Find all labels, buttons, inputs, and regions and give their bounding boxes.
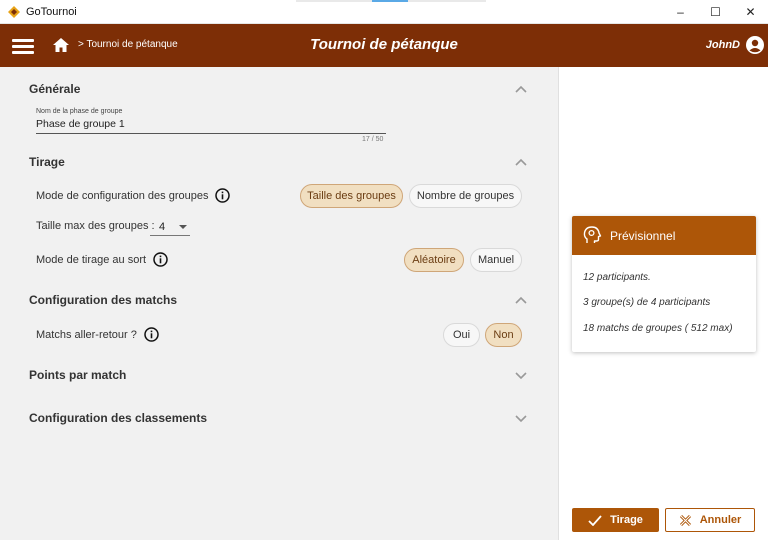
home-away-label: Matchs aller-retour ? (36, 328, 137, 341)
forecast-panel: Prévisionnel 12 participants. 3 groupe(s… (558, 67, 768, 540)
user-account-icon[interactable] (746, 36, 764, 54)
group-name-underline (36, 133, 386, 134)
chevron-up-icon[interactable] (514, 84, 528, 94)
chevron-up-icon[interactable] (514, 157, 528, 167)
chip-group-size[interactable]: Taille des groupes (300, 184, 403, 208)
app-logo-icon (8, 5, 20, 18)
group-name-input[interactable]: Phase de groupe 1 (36, 118, 125, 130)
page-title: Tournoi de pétanque (310, 36, 458, 53)
info-icon[interactable] (215, 188, 231, 203)
chip-manual[interactable]: Manuel (470, 248, 522, 272)
draw-button-label: Tirage (610, 514, 643, 526)
section-ranking-title[interactable]: Configuration des classements (29, 411, 207, 425)
main-panel: Générale Nom de la phase de groupe Phase… (0, 67, 558, 540)
cancel-button[interactable]: Annuler (665, 508, 755, 532)
minimize-button[interactable]: – (663, 0, 698, 24)
home-away-row: Matchs aller-retour ? (36, 327, 159, 342)
chip-no[interactable]: Non (485, 323, 522, 347)
forecast-card: Prévisionnel 12 participants. 3 groupe(s… (572, 216, 756, 352)
group-max-size-select[interactable]: 4 (150, 218, 190, 236)
head-brain-icon (583, 226, 602, 243)
group-name-counter: 17 / 50 (362, 136, 384, 143)
app-title: GoTournoi (26, 5, 77, 18)
chevron-up-icon[interactable] (514, 295, 528, 305)
group-max-size-value: 4 (159, 221, 166, 233)
cancel-x-icon (679, 514, 691, 526)
chevron-down-icon[interactable] (514, 370, 528, 380)
dropdown-arrow-icon (179, 225, 187, 229)
forecast-card-header: Prévisionnel (572, 216, 756, 255)
forecast-matches: 18 matchs de groupes ( 512 max) (583, 323, 733, 334)
section-points-title[interactable]: Points par match (29, 368, 126, 382)
group-name-label: Nom de la phase de groupe (36, 108, 123, 115)
window-titlebar: GoTournoi – ☐ ✕ (0, 0, 768, 24)
section-match-config-title[interactable]: Configuration des matchs (29, 293, 177, 307)
section-generale-title[interactable]: Générale (29, 82, 80, 96)
forecast-title: Prévisionnel (610, 229, 676, 243)
draw-mode-label: Mode de tirage au sort (36, 253, 147, 266)
cancel-button-label: Annuler (699, 514, 742, 526)
info-icon[interactable] (153, 252, 168, 267)
group-max-size-label: Taille max des groupes : (36, 220, 155, 232)
info-icon[interactable] (144, 327, 159, 342)
section-tirage-title[interactable]: Tirage (29, 155, 65, 169)
draw-mode-row: Mode de tirage au sort (36, 252, 168, 267)
check-icon (588, 514, 602, 526)
group-config-mode-label: Mode de configuration des groupes (36, 189, 209, 202)
user-name[interactable]: JohnD (706, 39, 740, 51)
chip-group-count[interactable]: Nombre de groupes (409, 184, 522, 208)
chevron-down-icon[interactable] (514, 413, 528, 423)
maximize-button[interactable]: ☐ (698, 0, 733, 24)
close-button[interactable]: ✕ (733, 0, 768, 24)
chip-random[interactable]: Aléatoire (404, 248, 464, 272)
forecast-participants: 12 participants. (583, 272, 651, 283)
forecast-groups: 3 groupe(s) de 4 participants (583, 297, 711, 308)
chip-yes[interactable]: Oui (443, 323, 480, 347)
draw-button[interactable]: Tirage (572, 508, 659, 532)
app-header: > Tournoi de pétanque Tournoi de pétanqu… (0, 24, 768, 67)
titlebar-top-accent (372, 0, 408, 2)
group-config-mode-row: Mode de configuration des groupes (36, 188, 231, 203)
